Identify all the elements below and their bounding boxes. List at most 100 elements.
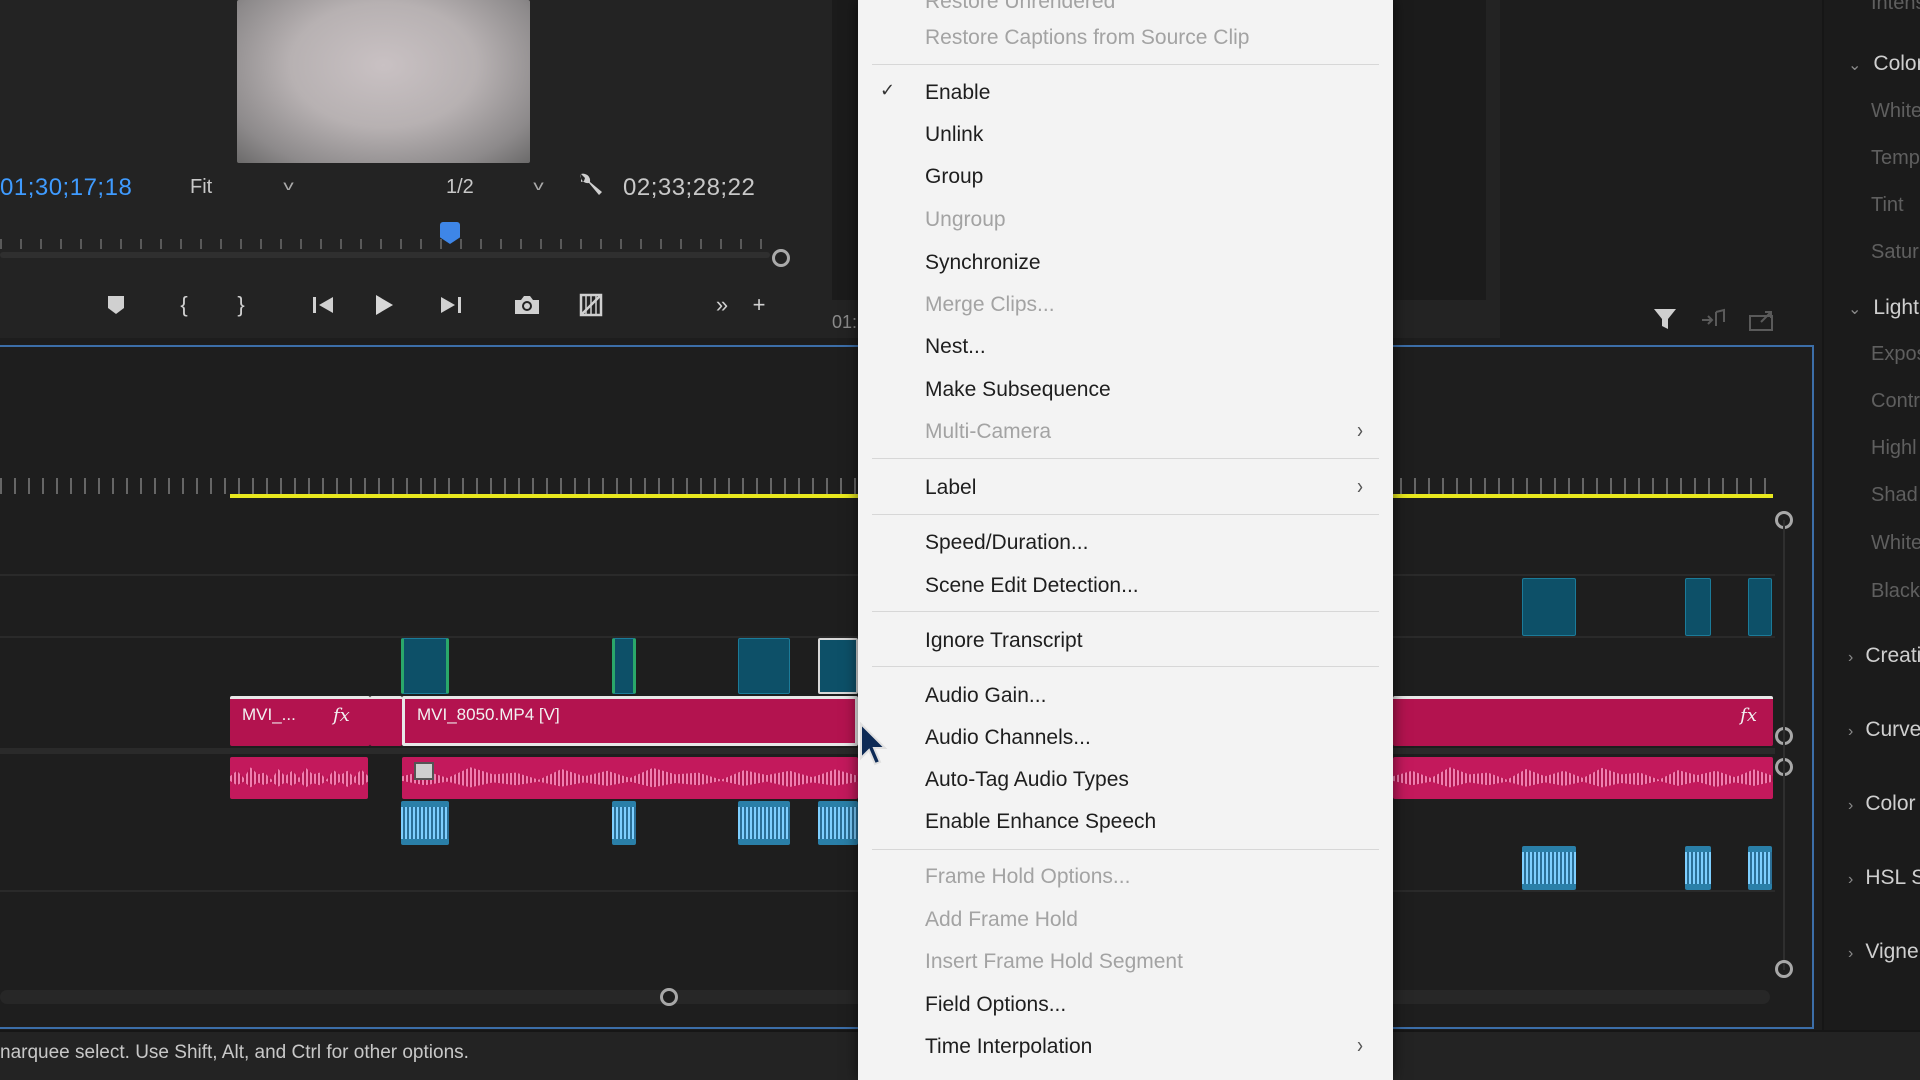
lumetri-label-text: Color	[1865, 792, 1916, 815]
menu-item-label[interactable]: Label ›	[858, 468, 1393, 508]
play-icon[interactable]	[367, 288, 401, 322]
track-handle[interactable]	[1775, 960, 1793, 978]
menu-item-label: Audio Gain...	[925, 684, 1047, 707]
menu-item-audio-gain[interactable]: Audio Gain...	[858, 676, 1393, 716]
submenu-arrow-icon: ›	[1357, 416, 1363, 443]
mark-out-icon[interactable]: }	[224, 288, 258, 322]
lumetri-control-label[interactable]: Satur	[1871, 241, 1919, 264]
lumetri-control-label[interactable]: Shad	[1871, 484, 1918, 507]
audio-sub-clip[interactable]	[1522, 846, 1576, 890]
settings-wrench-icon[interactable]	[575, 170, 605, 200]
comparison-view-icon[interactable]	[574, 288, 608, 322]
menu-item-field-options[interactable]: Field Options...	[858, 985, 1393, 1025]
menu-item-group[interactable]: Group	[858, 157, 1393, 197]
mark-in-icon[interactable]: {	[167, 288, 201, 322]
menu-item-label: Multi-Camera	[925, 420, 1052, 443]
menu-item-enable[interactable]: ✓ Enable	[858, 73, 1393, 113]
lumetri-control-label[interactable]: Contr	[1871, 390, 1920, 413]
audio-sub-clip[interactable]	[1748, 846, 1772, 890]
adjustment-clip[interactable]	[1748, 578, 1772, 636]
chevron-right-icon: ›	[1848, 871, 1854, 888]
adjustment-clip[interactable]	[612, 638, 636, 694]
menu-item-make-subsequence[interactable]: Make Subsequence	[858, 370, 1393, 410]
add-marker-icon[interactable]	[99, 288, 133, 322]
lumetri-section-header[interactable]: › Creati	[1848, 644, 1920, 668]
submenu-arrow-icon: ›	[1357, 472, 1363, 499]
menu-item-nest[interactable]: Nest...	[858, 327, 1393, 367]
menu-item-label: Speed/Duration...	[925, 531, 1089, 554]
video-clip[interactable]: fx	[1393, 696, 1773, 746]
clip-name: MVI_8050.MP4 [V]	[417, 705, 560, 724]
lumetri-control-label[interactable]: Temp	[1871, 147, 1920, 170]
adjustment-clip[interactable]	[1685, 578, 1711, 636]
menu-item-label: Label	[925, 476, 977, 499]
audio-sub-clip[interactable]	[1685, 846, 1711, 890]
menu-item-label: Enable	[925, 81, 991, 104]
lumetri-control-label[interactable]: White	[1871, 100, 1920, 123]
playhead-timecode[interactable]: 01;30;17;18	[0, 174, 132, 202]
menu-item-enable-enhance-speech[interactable]: Enable Enhance Speech	[858, 802, 1393, 842]
menu-separator	[872, 849, 1379, 850]
audio-sub-clip[interactable]	[401, 801, 449, 845]
menu-item-auto-tag-audio-types[interactable]: Auto-Tag Audio Types	[858, 760, 1393, 800]
lumetri-control-label[interactable]: Tint	[1871, 194, 1904, 217]
adjustment-clip[interactable]	[1522, 578, 1576, 636]
video-clip[interactable]: MVI_... fx	[230, 696, 370, 746]
audio-clip[interactable]	[1393, 757, 1773, 799]
export-icon[interactable]	[1748, 308, 1776, 337]
menu-item-audio-channels[interactable]: Audio Channels...	[858, 718, 1393, 758]
lumetri-control-label[interactable]: Highl	[1871, 437, 1917, 460]
lumetri-section-header[interactable]: ⌄ Color	[1848, 52, 1920, 76]
video-clip-selected[interactable]: MVI_8050.MP4 [V]	[402, 696, 858, 746]
audio-sub-clip[interactable]	[738, 801, 790, 845]
step-back-icon[interactable]	[306, 288, 340, 322]
lumetri-section-header[interactable]: ⌄ Light	[1848, 296, 1919, 320]
video-preview[interactable]	[237, 0, 530, 163]
lumetri-section-header[interactable]: › Curve	[1848, 718, 1920, 742]
lumetri-control-label[interactable]: Intens	[1871, 0, 1920, 15]
menu-item-scene-edit-detection[interactable]: Scene Edit Detection...	[858, 566, 1393, 606]
audio-sub-clip[interactable]	[818, 801, 858, 845]
filter-icon[interactable]	[1652, 306, 1678, 337]
audio-clip[interactable]	[230, 757, 368, 799]
step-forward-icon[interactable]	[434, 288, 468, 322]
menu-item-label: Restore Captions from Source Clip	[925, 26, 1250, 49]
audio-sub-clip[interactable]	[612, 801, 636, 845]
monitor-time-ruler[interactable]	[0, 225, 770, 265]
chevron-right-icon: ›	[1848, 649, 1854, 666]
menu-item-ignore-transcript[interactable]: Ignore Transcript	[858, 621, 1393, 661]
scrollbar-knob[interactable]	[660, 988, 678, 1006]
source-timecode: 01:	[832, 312, 858, 332]
chevron-right-icon: ›	[1848, 723, 1854, 740]
menu-item-time-interpolation[interactable]: Time Interpolation ›	[858, 1027, 1393, 1067]
audio-keyframe-icon[interactable]	[414, 762, 434, 780]
adjustment-clip[interactable]	[738, 638, 790, 694]
lumetri-label-text: Intens	[1871, 0, 1920, 14]
music-note-icon[interactable]	[1700, 308, 1726, 337]
menu-item-frame-hold-options: Frame Hold Options...	[858, 857, 1393, 897]
lumetri-section-header[interactable]: › Vigne	[1848, 940, 1919, 964]
add-button-icon[interactable]: +	[742, 288, 776, 322]
timeline-vertical-scrollbar[interactable]	[1783, 520, 1785, 970]
menu-item-unlink[interactable]: Unlink	[858, 115, 1393, 155]
export-frame-camera-icon[interactable]	[510, 288, 544, 322]
clip-context-menu: Restore Unrendered Restore Captions from …	[858, 0, 1393, 1080]
lumetri-label-text: Color	[1873, 52, 1920, 75]
menu-item-speed-duration[interactable]: Speed/Duration...	[858, 523, 1393, 563]
audio-clip[interactable]	[402, 757, 858, 799]
adjustment-clip[interactable]	[401, 638, 449, 694]
scroll-handle[interactable]	[772, 249, 790, 267]
lumetri-section-header[interactable]: › HSL S	[1848, 866, 1920, 890]
lumetri-control-label[interactable]: Expos	[1871, 343, 1920, 366]
more-controls-icon[interactable]: »	[705, 288, 739, 322]
playback-resolution-dropdown[interactable]: 1/2 v	[434, 172, 550, 202]
zoom-level-dropdown[interactable]: Fit v	[178, 172, 300, 202]
video-clip[interactable]	[370, 696, 402, 746]
menu-item-synchronize[interactable]: Synchronize	[858, 243, 1393, 283]
selected-adjustment-clip[interactable]	[818, 638, 858, 694]
lumetri-section-header[interactable]: › Color	[1848, 792, 1916, 816]
lumetri-control-label[interactable]: White	[1871, 532, 1920, 555]
duration-timecode: 02;33;28;22	[623, 174, 756, 201]
menu-item-label: Ungroup	[925, 208, 1006, 231]
lumetri-control-label[interactable]: Black	[1871, 580, 1920, 603]
